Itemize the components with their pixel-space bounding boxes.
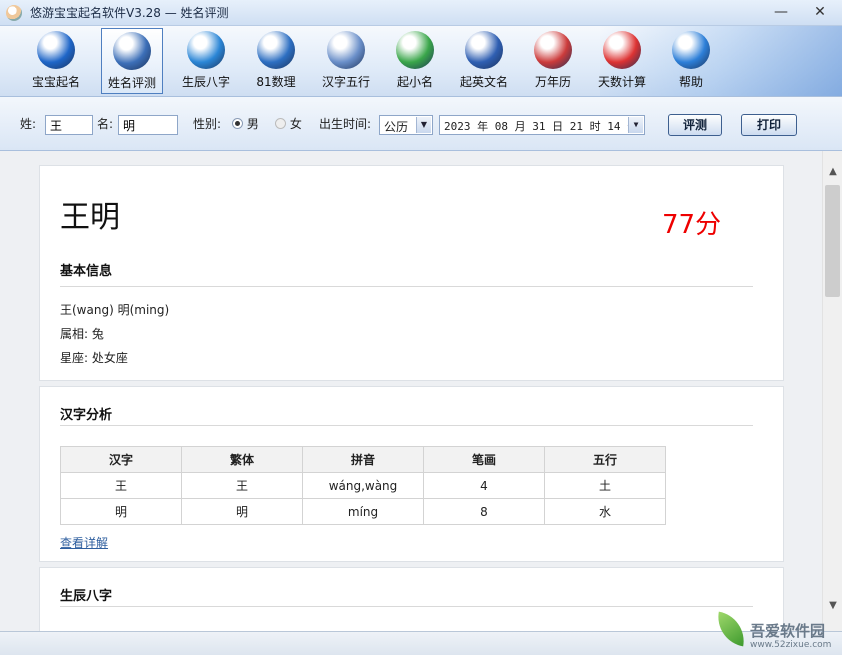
result-content: 王明 77分 基本信息 王(wang) 明(ming) 属相: 兔 星座: 处女… bbox=[0, 151, 822, 631]
chevron-down-icon: ▼ bbox=[628, 117, 643, 133]
constellation-line: 星座: 处女座 bbox=[60, 351, 128, 365]
color-cubes-icon bbox=[396, 31, 434, 69]
table-row: 明 明 míng 8 水 bbox=[60, 498, 666, 525]
surname-label: 姓: bbox=[20, 117, 37, 131]
toolbar-button[interactable]: 万年历 bbox=[522, 28, 584, 94]
toolbar-button-label: 宝宝起名 bbox=[31, 75, 80, 89]
table-cell: wáng,wàng bbox=[302, 472, 424, 499]
toolbar-button[interactable]: 宝宝起名 bbox=[25, 28, 87, 94]
column-header: 拼音 bbox=[302, 446, 424, 473]
toolbar-button[interactable]: 起英文名 bbox=[453, 28, 515, 94]
scrollbar-thumb[interactable] bbox=[825, 185, 840, 297]
key-icon bbox=[672, 31, 710, 69]
evaluate-button[interactable]: 评测 bbox=[668, 114, 722, 136]
gender-male-radio[interactable]: 男 bbox=[232, 115, 259, 132]
vertical-scrollbar[interactable]: ▲ ▼ bbox=[822, 151, 842, 631]
name-score: 77分 bbox=[662, 210, 722, 240]
bazi-title: 生辰八字 bbox=[60, 589, 113, 604]
app-logo-icon bbox=[6, 4, 22, 21]
pinyin-line: 王(wang) 明(ming) bbox=[60, 303, 170, 317]
evaluated-name: 王明 bbox=[60, 200, 120, 235]
calendar-type-value: 公历 bbox=[384, 120, 409, 134]
table-cell: 水 bbox=[544, 498, 666, 525]
hanzi-analysis-card: 汉字分析 汉字 繁体 拼音 笔画 五行 王 王 wáng,wàng 4 土 明 … bbox=[39, 386, 784, 562]
toolbar-button-label: 汉字五行 bbox=[321, 75, 370, 89]
close-button[interactable]: ✕ bbox=[809, 3, 831, 21]
column-header: 笔画 bbox=[423, 446, 545, 473]
toolbar-button-label: 起英文名 bbox=[459, 75, 508, 89]
toolbar-button[interactable]: 帮助 bbox=[660, 28, 722, 94]
column-header: 繁体 bbox=[181, 446, 303, 473]
divider bbox=[60, 606, 753, 607]
bazi-card: 生辰八字 bbox=[39, 567, 784, 631]
divider bbox=[60, 286, 753, 287]
toolbar-button[interactable]: 81数理 bbox=[245, 28, 307, 94]
minimize-button[interactable]: — bbox=[770, 3, 792, 21]
chevron-down-icon: ▼ bbox=[416, 117, 431, 133]
window-title: 悠游宝宝起名软件V3.28 — 姓名评测 bbox=[30, 6, 229, 20]
table-cell: 明 bbox=[181, 498, 303, 525]
toolbar-button[interactable]: 起小名 bbox=[384, 28, 446, 94]
calendar-icon bbox=[534, 31, 572, 69]
toolbar-button[interactable]: 生辰八字 bbox=[175, 28, 237, 94]
status-bar bbox=[0, 631, 842, 655]
divider bbox=[60, 425, 753, 426]
basic-info-title: 基本信息 bbox=[60, 264, 113, 279]
toolbar-button-label: 帮助 bbox=[678, 75, 703, 89]
toolbar-button[interactable]: 天数计算 bbox=[591, 28, 653, 94]
basic-info-card: 王明 77分 基本信息 王(wang) 明(ming) 属相: 兔 星座: 处女… bbox=[39, 165, 784, 381]
gender-male-label: 男 bbox=[246, 117, 259, 131]
toolbar-button-label: 生辰八字 bbox=[181, 75, 230, 89]
table-cell: 王 bbox=[181, 472, 303, 499]
globe-icon bbox=[465, 31, 503, 69]
toolbar-button[interactable]: 汉字五行 bbox=[315, 28, 377, 94]
accessibility-person-icon bbox=[37, 31, 75, 69]
magnifier-document-icon bbox=[327, 31, 365, 69]
birth-datetime-picker[interactable]: 2023 年 08 月 31 日 21 时 14 分 ▼ bbox=[439, 115, 645, 135]
toolbar-button-label: 81数理 bbox=[256, 75, 296, 89]
toolbar-button-label: 起小名 bbox=[396, 75, 433, 89]
toolbar-button-label: 姓名评测 bbox=[107, 76, 156, 90]
table-cell: 王 bbox=[60, 472, 182, 499]
radio-unchecked-icon bbox=[275, 118, 286, 129]
table-cell: 明 bbox=[60, 498, 182, 525]
table-cell: 4 bbox=[423, 472, 545, 499]
column-header: 汉字 bbox=[60, 446, 182, 473]
table-cell: míng bbox=[302, 498, 424, 525]
given-name-input[interactable] bbox=[118, 115, 178, 135]
title-bar: 悠游宝宝起名软件V3.28 — 姓名评测 — ✕ bbox=[0, 0, 842, 26]
hanzi-table: 汉字 繁体 拼音 笔画 五行 王 王 wáng,wàng 4 土 明 明 mín… bbox=[60, 446, 666, 525]
lifebuoy-icon bbox=[603, 31, 641, 69]
toolbar-button-label: 天数计算 bbox=[597, 75, 646, 89]
column-header: 五行 bbox=[544, 446, 666, 473]
given-name-label: 名: bbox=[97, 117, 114, 131]
table-header-row: 汉字 繁体 拼音 笔画 五行 bbox=[60, 446, 666, 473]
zodiac-line: 属相: 兔 bbox=[60, 327, 104, 341]
scroll-up-icon[interactable]: ▲ bbox=[823, 163, 842, 181]
hanzi-analysis-title: 汉字分析 bbox=[60, 408, 113, 423]
chat-person-icon bbox=[187, 31, 225, 69]
scroll-down-icon[interactable]: ▼ bbox=[823, 597, 842, 615]
refresh-cycle-icon bbox=[257, 31, 295, 69]
toolbar-button-label: 万年历 bbox=[534, 75, 571, 89]
evaluation-form-bar: 姓: 名: 性别: 男 女 出生时间: 公历 ▼ 2023 年 08 月 31 … bbox=[0, 97, 842, 151]
table-cell: 8 bbox=[423, 498, 545, 525]
gender-label: 性别: bbox=[193, 117, 222, 131]
gender-female-label: 女 bbox=[289, 117, 302, 131]
radio-checked-icon bbox=[232, 118, 243, 129]
table-row: 王 王 wáng,wàng 4 土 bbox=[60, 472, 666, 499]
surname-input[interactable] bbox=[45, 115, 93, 135]
toolbar-button[interactable]: 姓名评测 bbox=[101, 28, 163, 94]
main-toolbar: 宝宝起名 姓名评测 生辰八字 81数理 汉字五行 起小名 起英文名 万年历 天数计算 帮助 bbox=[0, 26, 842, 97]
print-button[interactable]: 打印 bbox=[741, 114, 797, 136]
table-cell: 土 bbox=[544, 472, 666, 499]
birth-time-label: 出生时间: bbox=[319, 117, 372, 131]
view-details-link[interactable]: 查看详解 bbox=[60, 534, 108, 551]
birth-datetime-value: 2023 年 08 月 31 日 21 时 14 分 bbox=[444, 120, 639, 133]
people-puzzle-icon bbox=[113, 32, 151, 70]
calendar-type-select[interactable]: 公历 ▼ bbox=[379, 115, 433, 135]
gender-female-radio[interactable]: 女 bbox=[275, 115, 302, 132]
